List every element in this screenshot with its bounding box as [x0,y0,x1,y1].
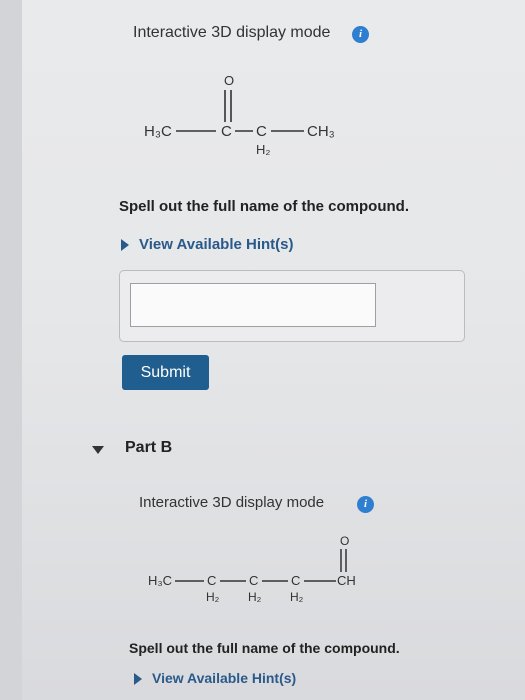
left-edge-bar [0,0,22,700]
structure-ketone: O H₃C C C H₂ CH₃ [144,73,335,157]
methylene-hydrogens: H₂ [256,142,270,157]
carbon-3: C [291,573,300,588]
hydrogens-1: H₂ [206,590,220,604]
right-group: CH₃ [307,123,335,140]
left-group: H₃C [144,123,172,140]
oxygen-label: O [340,534,349,548]
expand-arrow-icon [134,673,142,686]
hint-label: View Available Hint(s) [139,236,294,253]
answer-area [119,270,465,342]
carbonyl-carbon: C [221,123,232,140]
hydrogens-3: H₂ [290,590,304,604]
collapse-arrow-icon[interactable] [92,446,104,454]
aldehyde-group: CH [337,573,356,588]
display-mode-label: Interactive 3D display mode [139,494,325,511]
display-mode-label: Interactive 3D display mode [133,24,331,41]
info-icon[interactable]: i [357,496,374,513]
carbon-1: C [207,573,216,588]
hydrogens-2: H₂ [248,590,262,604]
submit-button[interactable]: Submit [122,355,209,390]
question-text: Spell out the full name of the compound. [119,198,409,215]
carbon-2: C [249,573,258,588]
view-hints-link[interactable]: View Available Hint(s) [121,236,294,253]
expand-arrow-icon [121,239,129,252]
view-hints-link[interactable]: View Available Hint(s) [134,670,296,686]
part-title[interactable]: Part B [125,439,172,457]
question-text: Spell out the full name of the compound. [129,640,400,656]
left-group: H₃C [148,573,172,588]
structure-aldehyde: O H₃C C H₂ C H₂ C H₂ CH [148,534,356,604]
info-icon[interactable]: i [352,26,369,43]
oxygen-label: O [224,73,234,88]
methylene-carbon: C [256,123,267,140]
answer-input[interactable] [130,283,376,327]
hint-label: View Available Hint(s) [152,670,297,686]
